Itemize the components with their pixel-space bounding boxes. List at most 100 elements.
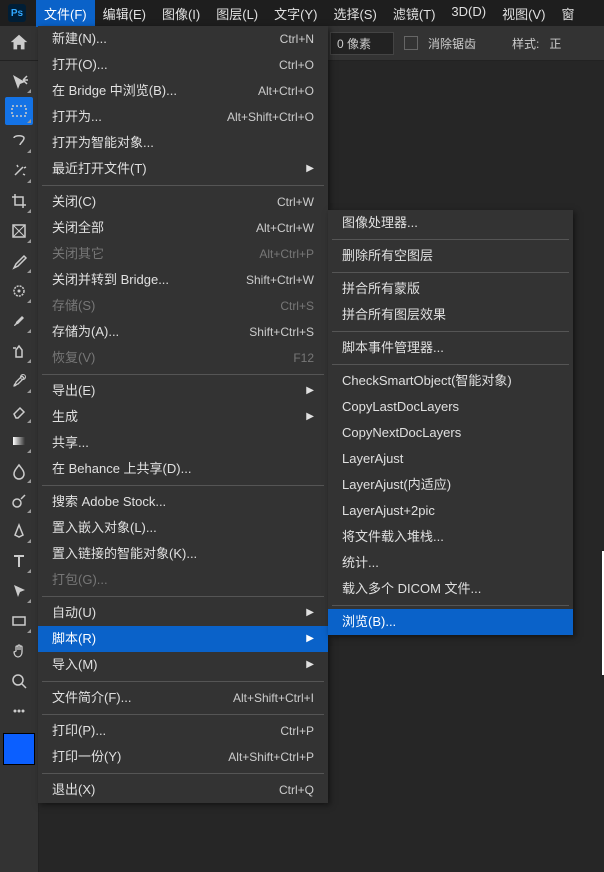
file-menu-item-34[interactable]: 退出(X)Ctrl+Q [38,777,328,803]
menu-0[interactable]: 文件(F) [36,0,95,27]
scripts-submenu-item-0[interactable]: 图像处理器... [328,210,573,236]
shortcut-label: Alt+Shift+Ctrl+P [228,748,314,766]
file-menu-item-3[interactable]: 打开为...Alt+Shift+Ctrl+O [38,104,328,130]
file-menu-item-1[interactable]: 打开(O)...Ctrl+O [38,52,328,78]
file-menu-item-label: 共享... [52,434,89,452]
blur-tool[interactable] [5,457,33,485]
submenu-arrow-icon: ▶ [306,160,314,178]
clone-tool[interactable] [5,337,33,365]
file-menu-item-23: 打包(G)... [38,567,328,593]
shortcut-label: F12 [293,349,314,367]
file-menu-item-2[interactable]: 在 Bridge 中浏览(B)...Alt+Ctrl+O [38,78,328,104]
eyedropper-tool[interactable] [5,247,33,275]
gradient-tool[interactable] [5,427,33,455]
scripts-submenu-item-4[interactable]: 拼合所有蒙版 [328,276,573,302]
file-menu-item-label: 新建(N)... [52,30,107,48]
menu-7[interactable]: 3D(D) [443,0,494,27]
menu-9[interactable]: 窗 [553,0,582,27]
path-select-tool[interactable] [5,577,33,605]
scripts-submenu-item-13[interactable]: LayerAjust(内适应) [328,472,573,498]
shortcut-label: Alt+Ctrl+P [259,245,314,263]
shortcut-label: Ctrl+N [280,30,314,48]
rectangle-tool[interactable] [5,607,33,635]
file-menu-item-29[interactable]: 文件简介(F)...Alt+Shift+Ctrl+I [38,685,328,711]
file-menu-item-32[interactable]: 打印一份(Y)Alt+Shift+Ctrl+P [38,744,328,770]
scripts-submenu-item-10[interactable]: CopyLastDocLayers [328,394,573,420]
file-menu-item-12[interactable]: 存储为(A)...Shift+Ctrl+S [38,319,328,345]
file-menu-item-7[interactable]: 关闭(C)Ctrl+W [38,189,328,215]
file-menu-item-label: 关闭其它 [52,245,104,263]
menu-6[interactable]: 滤镜(T) [385,0,444,27]
file-menu-item-8[interactable]: 关闭全部Alt+Ctrl+W [38,215,328,241]
menu-5[interactable]: 选择(S) [325,0,384,27]
file-menu-item-16[interactable]: 生成▶ [38,404,328,430]
shortcut-label: Shift+Ctrl+W [246,271,314,289]
spot-heal-tool[interactable] [5,277,33,305]
file-menu-item-26[interactable]: 脚本(R)▶ [38,626,328,652]
scripts-submenu-item-label: 图像处理器... [342,214,418,232]
style-value[interactable]: 正 [549,35,561,52]
file-menu-separator [42,596,324,597]
file-menu-item-label: 置入链接的智能对象(K)... [52,545,197,563]
magic-wand-tool[interactable] [5,157,33,185]
file-menu-item-15[interactable]: 导出(E)▶ [38,378,328,404]
scripts-submenu-item-16[interactable]: 统计... [328,550,573,576]
file-menu-item-25[interactable]: 自动(U)▶ [38,600,328,626]
file-menu-item-20[interactable]: 搜索 Adobe Stock... [38,489,328,515]
file-menu-item-0[interactable]: 新建(N)... Ctrl+N [38,26,328,52]
frame-tool[interactable] [5,217,33,245]
scripts-submenu-separator [332,239,569,240]
lasso-tool[interactable] [5,127,33,155]
scripts-submenu-item-17[interactable]: 载入多个 DICOM 文件... [328,576,573,602]
file-menu-dropdown: 新建(N)... Ctrl+N 打开(O)...Ctrl+O在 Bridge 中浏览… [38,26,328,803]
menu-2[interactable]: 图像(I) [154,0,208,27]
crop-tool[interactable] [5,187,33,215]
move-tool[interactable] [5,67,33,95]
hand-tool[interactable] [5,637,33,665]
menu-3[interactable]: 图层(L) [208,0,266,27]
file-menu-separator [42,185,324,186]
scripts-submenu-item-label: 将文件载入堆栈... [342,528,444,546]
scripts-submenu-item-19[interactable]: 浏览(B)... [328,609,573,635]
marquee-tool[interactable] [5,97,33,125]
antialias-checkbox[interactable] [404,36,418,50]
file-menu-item-5[interactable]: 最近打开文件(T)▶ [38,156,328,182]
more-tool[interactable] [5,697,33,725]
file-menu-item-label: 恢复(V) [52,349,95,367]
scripts-submenu-item-14[interactable]: LayerAjust+2pic [328,498,573,524]
scripts-submenu-item-15[interactable]: 将文件载入堆栈... [328,524,573,550]
history-brush-tool[interactable] [5,367,33,395]
brush-tool[interactable] [5,307,33,335]
file-menu-item-10[interactable]: 关闭并转到 Bridge...Shift+Ctrl+W [38,267,328,293]
dodge-tool[interactable] [5,487,33,515]
menu-1[interactable]: 编辑(E) [95,0,154,27]
file-menu-item-17[interactable]: 共享... [38,430,328,456]
foreground-color-swatch[interactable] [3,733,35,765]
file-menu-item-18[interactable]: 在 Behance 上共享(D)... [38,456,328,482]
pixel-value-field[interactable]: 0 像素 [330,32,394,55]
file-menu-item-27[interactable]: 导入(M)▶ [38,652,328,678]
shortcut-label: Alt+Shift+Ctrl+O [227,108,314,126]
zoom-tool[interactable] [5,667,33,695]
scripts-submenu-separator [332,272,569,273]
scripts-submenu-item-12[interactable]: LayerAjust [328,446,573,472]
file-menu-item-4[interactable]: 打开为智能对象... [38,130,328,156]
scripts-submenu-item-11[interactable]: CopyNextDocLayers [328,420,573,446]
scripts-submenu-item-5[interactable]: 拼合所有图层效果 [328,302,573,328]
file-menu-item-label: 退出(X) [52,781,95,799]
scripts-submenu-item-9[interactable]: CheckSmartObject(智能对象) [328,368,573,394]
file-menu-separator [42,681,324,682]
pen-tool[interactable] [5,517,33,545]
eraser-tool[interactable] [5,397,33,425]
file-menu-item-31[interactable]: 打印(P)...Ctrl+P [38,718,328,744]
home-icon[interactable] [8,32,30,54]
menu-8[interactable]: 视图(V) [494,0,553,27]
scripts-submenu-item-7[interactable]: 脚本事件管理器... [328,335,573,361]
file-menu-item-21[interactable]: 置入嵌入对象(L)... [38,515,328,541]
file-menu-item-22[interactable]: 置入链接的智能对象(K)... [38,541,328,567]
scripts-submenu-item-2[interactable]: 删除所有空图层 [328,243,573,269]
type-tool[interactable] [5,547,33,575]
scripts-submenu-separator [332,331,569,332]
menu-4[interactable]: 文字(Y) [266,0,325,27]
scripts-submenu-item-label: CopyLastDocLayers [342,398,459,416]
